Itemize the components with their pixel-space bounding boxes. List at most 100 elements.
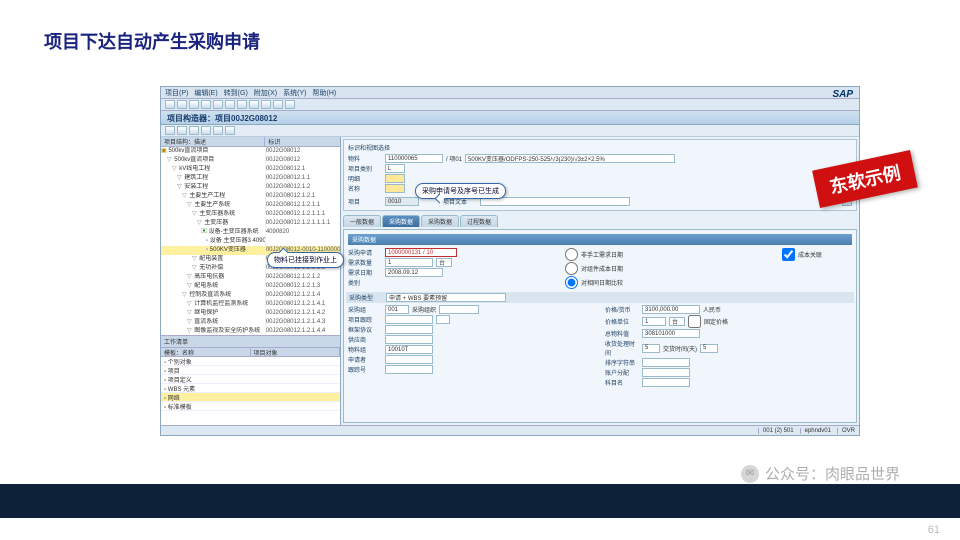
- tab-purchase2[interactable]: 采购数据: [421, 215, 459, 227]
- track2-label: 跟踪号: [348, 365, 382, 374]
- date-field[interactable]: 2008.09.12: [385, 268, 443, 277]
- vendor-field[interactable]: [385, 335, 433, 344]
- menu-system[interactable]: 系统(Y): [283, 88, 306, 98]
- item-field[interactable]: 0010: [385, 197, 419, 206]
- back-button[interactable]: [177, 100, 187, 109]
- material-field[interactable]: 110000065: [385, 154, 443, 163]
- help-button[interactable]: [285, 100, 295, 109]
- menu-help[interactable]: 帮助(H): [312, 88, 336, 98]
- itemtext-field[interactable]: [480, 197, 630, 206]
- priceunit2-field[interactable]: 台: [669, 317, 685, 326]
- app-btn-4[interactable]: [201, 126, 211, 135]
- pr-field[interactable]: 1000000131 / 10: [385, 248, 457, 257]
- prev-page-button[interactable]: [249, 100, 259, 109]
- track-field[interactable]: [385, 315, 433, 324]
- slide-title: 项目下达自动产生采购申请: [44, 28, 260, 54]
- grp2-field[interactable]: [439, 305, 479, 314]
- tasks-hdr-2: 项目对象: [251, 348, 341, 356]
- save-button[interactable]: [165, 100, 175, 109]
- opt-comp-cost-date[interactable]: [565, 262, 578, 275]
- material-desc-field[interactable]: 500KV变压器/ODFPS-250-525/√3(230)/√3±2×2.5%: [465, 154, 675, 163]
- menu-extras[interactable]: 附加(X): [254, 88, 277, 98]
- grp2-label: 采购组织: [412, 305, 436, 314]
- print-button[interactable]: [213, 100, 223, 109]
- tab-strip: 一般数据 采购数据 采购数据 过程数据: [343, 215, 857, 227]
- chk4-label: 成本关联: [798, 250, 822, 259]
- lead2-label: 交货时间(天): [663, 344, 697, 353]
- find-button[interactable]: [225, 100, 235, 109]
- mgroup-field[interactable]: 10010T: [385, 345, 433, 354]
- tab-general[interactable]: 一般数据: [343, 215, 381, 227]
- ledger-label: 明细: [348, 174, 382, 183]
- menu-bar: 项目(P) 编辑(E) 转到(G) 附加(X) 系统(Y) 帮助(H): [161, 87, 859, 99]
- agree-label: 框架协议: [348, 325, 382, 334]
- menu-edit[interactable]: 编辑(E): [194, 88, 217, 98]
- grp-field[interactable]: 001: [385, 305, 409, 314]
- type-label: 项目类别: [348, 164, 382, 173]
- vendor-label: 供应商: [348, 335, 382, 344]
- tree-hdr-code: 标识: [265, 137, 340, 146]
- priceunit-field[interactable]: 1: [642, 317, 666, 326]
- total-field[interactable]: 308101000: [642, 329, 700, 338]
- sap-window: 项目(P) 编辑(E) 转到(G) 附加(X) 系统(Y) 帮助(H) SAP …: [160, 86, 860, 436]
- ptype-field[interactable]: 申请 + WBS 要素预留: [386, 293, 506, 302]
- toolbar-main: [161, 99, 859, 111]
- track-unit[interactable]: [436, 315, 450, 324]
- project-tree[interactable]: ▣ 500kv直流项目00J2G08012▽ 500kv直流项目00J2G080…: [161, 147, 340, 335]
- menu-goto[interactable]: 转到(G): [224, 88, 248, 98]
- app-btn-5[interactable]: [213, 126, 223, 135]
- menu-project[interactable]: 项目(P): [165, 88, 188, 98]
- track2-field[interactable]: [385, 365, 433, 374]
- opt-same-date[interactable]: [565, 276, 578, 289]
- ledger-field[interactable]: [385, 174, 405, 183]
- qty-label: 需求数量: [348, 258, 382, 267]
- grp-label: 采购组: [348, 305, 382, 314]
- qty-field[interactable]: 1: [385, 258, 433, 267]
- chk3-label: 对相同日期比较: [581, 278, 623, 287]
- status-server: ephndv01: [800, 428, 831, 434]
- app-btn-1[interactable]: [165, 126, 175, 135]
- first-page-button[interactable]: [237, 100, 247, 109]
- last-page-button[interactable]: [273, 100, 283, 109]
- lead2-field[interactable]: 5: [700, 344, 718, 353]
- lead-field[interactable]: 5: [642, 344, 660, 353]
- cancel-button[interactable]: [201, 100, 211, 109]
- chk-fixed-price[interactable]: [688, 315, 701, 328]
- app-btn-2[interactable]: [177, 126, 187, 135]
- material-label: 物料: [348, 154, 382, 163]
- app-btn-3[interactable]: [189, 126, 199, 135]
- opt-manual-date[interactable]: [565, 248, 578, 261]
- tree-header: 项目结构：描述 标识: [161, 137, 340, 147]
- acct2-field[interactable]: [642, 378, 690, 387]
- name-field[interactable]: [385, 184, 405, 193]
- status-mode: OVR: [837, 428, 855, 434]
- tab-process[interactable]: 过程数据: [460, 215, 498, 227]
- wechat-watermark: ✉ 公众号：肉眼品世界: [741, 463, 900, 484]
- acct-field[interactable]: [642, 368, 690, 377]
- left-panel: 项目结构：描述 标识 ▣ 500kv直流项目00J2G08012▽ 500kv直…: [161, 137, 341, 425]
- date-label: 需求日期: [348, 268, 382, 277]
- acct2-label: 科目名: [605, 378, 639, 387]
- callout-pr: 采购申请号及序号已生成: [415, 183, 506, 199]
- price-field[interactable]: 3100,000.00: [642, 305, 700, 314]
- unit-field[interactable]: 台: [436, 258, 452, 267]
- status-session: 001 (2) 501: [758, 428, 794, 434]
- page-number: 61: [928, 524, 940, 536]
- cat-label: 类别: [348, 278, 382, 287]
- chk2-label: 对组件成本日期: [581, 264, 623, 273]
- chk1-label: 非手工需求日期: [581, 250, 623, 259]
- app-btn-6[interactable]: [225, 126, 235, 135]
- exit-button[interactable]: [189, 100, 199, 109]
- ident-group: 标识和视图选择 物料 110000065 / 项01 500KV变压器/ODFP…: [343, 139, 857, 211]
- right-panel: 标识和视图选择 物料 110000065 / 项01 500KV变压器/ODFP…: [341, 137, 859, 425]
- acct-label: 账户分配: [605, 368, 639, 377]
- type-field[interactable]: L: [385, 164, 405, 173]
- next-page-button[interactable]: [261, 100, 271, 109]
- track-label: 项目跟踪: [348, 315, 382, 324]
- tab-purchase[interactable]: 采购数据: [382, 215, 420, 227]
- chk-cost-rel[interactable]: [782, 248, 795, 261]
- sort-field[interactable]: [642, 358, 690, 367]
- ref-field[interactable]: [385, 355, 433, 364]
- agree-field[interactable]: [385, 325, 433, 334]
- purchase-header: 采购数据: [348, 234, 852, 245]
